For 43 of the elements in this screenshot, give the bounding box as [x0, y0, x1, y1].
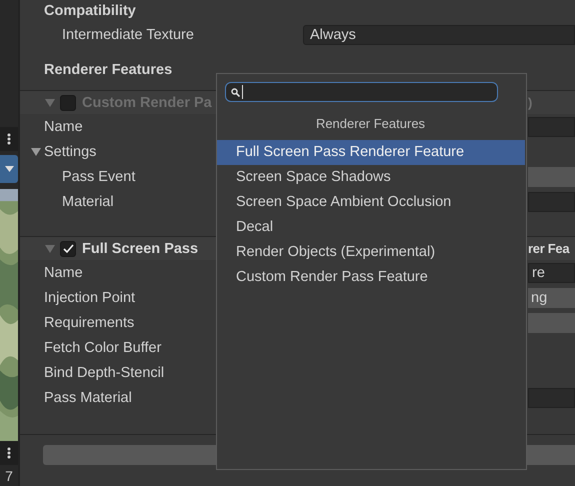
input-field[interactable] [528, 388, 575, 408]
input-field[interactable]: re [528, 262, 575, 282]
counter-text: 7 [5, 468, 13, 484]
dropdown-button[interactable] [0, 155, 18, 183]
field-label: Injection Point [43, 290, 136, 306]
field-label: Pass Event [61, 168, 136, 184]
more-icon[interactable] [7, 447, 11, 459]
menu-item[interactable]: Screen Space Ambient Occlusion [217, 190, 525, 215]
caret-icon [4, 166, 14, 172]
popup-title: Renderer Features [314, 115, 426, 133]
menu-item[interactable]: Render Objects (Experimental) [217, 240, 525, 265]
menu-item[interactable]: Full Screen Pass Renderer Feature [217, 140, 525, 165]
feature-name: Full Screen Pass [82, 240, 198, 256]
section-title: Renderer Features [44, 62, 172, 78]
field-label: Name [43, 264, 83, 280]
field-label: Material [61, 194, 114, 210]
checkbox[interactable] [60, 240, 76, 256]
search-field[interactable] [225, 82, 498, 102]
menu-item[interactable]: Custom Render Pass Feature [217, 265, 525, 290]
checkbox[interactable] [60, 94, 76, 110]
field-label: Fetch Color Buffer [43, 340, 162, 356]
input-field[interactable]: ng [528, 288, 575, 308]
field-label: Pass Material [43, 390, 132, 406]
field-label: Requirements [43, 314, 134, 330]
input-field[interactable] [528, 192, 575, 212]
foldout-arrow-icon[interactable] [31, 148, 41, 156]
section-title: Compatibility [44, 3, 136, 19]
more-icon[interactable] [7, 133, 11, 145]
search-icon [231, 88, 240, 96]
foldout-arrow-icon[interactable] [45, 98, 55, 106]
field-label: Intermediate Texture [61, 27, 194, 43]
menu-item[interactable]: Decal [217, 215, 525, 240]
field-label: Name [43, 118, 83, 134]
foldout-arrow-icon[interactable] [45, 244, 55, 252]
field-label: Bind Depth-Stencil [43, 364, 164, 380]
input-field[interactable] [528, 116, 575, 136]
input-field[interactable] [528, 312, 575, 332]
feature-name: rer Fea [528, 241, 570, 256]
menu-item[interactable]: Screen Space Shadows [217, 165, 525, 190]
input-field[interactable] [528, 166, 575, 186]
group-label: Settings [44, 144, 96, 160]
feature-name: ) [528, 95, 532, 110]
dropdown-field[interactable]: Always [303, 25, 575, 45]
